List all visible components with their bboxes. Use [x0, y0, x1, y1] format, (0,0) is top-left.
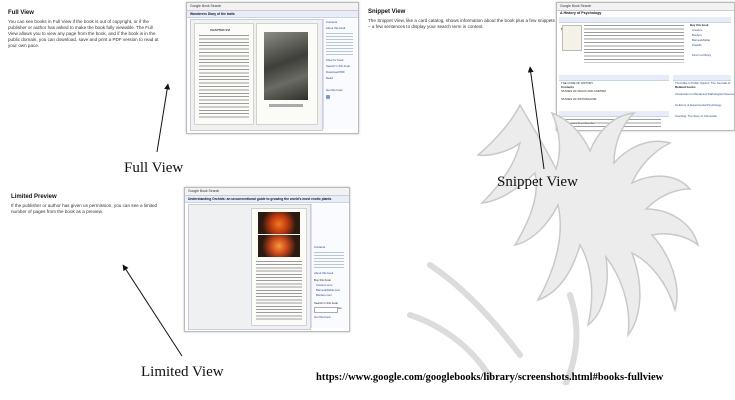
- limited-view-side-item-1[interactable]: About this book: [314, 271, 333, 276]
- pdf-icon[interactable]: [326, 95, 330, 99]
- limited-view-side-item-0[interactable]: Contents: [314, 245, 325, 250]
- limited-view-sidebar: Contents About this book Buy this book A…: [311, 204, 348, 328]
- full-view-side-item-2[interactable]: Shop for book: [326, 58, 343, 63]
- full-view-left-text: [199, 35, 249, 119]
- snippet-view-book-title: A History of Psychology: [560, 11, 602, 15]
- snippet-view-label: Snippet View: [497, 174, 578, 190]
- full-view-search-bar[interactable]: Google Book Search: [187, 3, 358, 11]
- limited-preview-description: If the publisher or author has given us …: [11, 203, 158, 214]
- limited-view-contents-lines: [314, 252, 344, 268]
- orchid-photo-top: [258, 212, 300, 234]
- snippet-view-side-item-5[interactable]: Find in a library: [692, 53, 711, 58]
- limited-view-title-bar: Understanding Orchids: an unconventional…: [185, 196, 349, 203]
- limited-view-page: [251, 208, 307, 326]
- full-view-side-item-1[interactable]: About this book: [326, 26, 345, 31]
- limited-view-page-text: [256, 261, 302, 321]
- snippet-view-buy-panel: Buy this book Amazon Borders Barnes&Nobl…: [688, 23, 730, 72]
- full-view-label: Full View: [124, 160, 184, 176]
- full-view-right-page: [256, 23, 318, 125]
- full-view-photo: [264, 32, 308, 100]
- snippet-view-side-item-4[interactable]: Powells: [692, 43, 702, 48]
- orchid-photo-bottom: [258, 235, 300, 257]
- snippet-view-description: The Snippet View, like a card catalog, s…: [368, 18, 555, 29]
- full-view-arrow: [156, 83, 171, 153]
- snippet-view-title: Snippet View: [368, 9, 406, 15]
- limited-view-side-item-7[interactable]: Get this book: [314, 315, 330, 320]
- source-url: https://www.google.com/googlebooks/libra…: [316, 372, 664, 383]
- limited-view-side-item-6: Search in this book: [314, 301, 338, 305]
- full-view-side-item-4[interactable]: Download PDF: [326, 70, 345, 75]
- limited-preview-title: Limited Preview: [11, 194, 57, 200]
- limited-view-arrow: [122, 264, 183, 357]
- full-view-side-item-6[interactable]: Get this book: [326, 88, 342, 93]
- full-view-sidebar: Contents About this book Shop for book S…: [323, 19, 357, 129]
- limited-view-search-bar[interactable]: Google Book Search: [185, 188, 349, 196]
- limited-view-label: Limited View: [141, 364, 224, 380]
- full-view-side-item-5[interactable]: Read: [326, 76, 333, 81]
- limited-view-screenshot: Google Book Search Understanding Orchids…: [184, 187, 350, 332]
- full-view-side-item-0[interactable]: Contents: [326, 20, 337, 25]
- full-view-chapter-heading: CHAPTER XVI: [210, 28, 231, 32]
- full-view-side-item-3[interactable]: Search in this book: [326, 64, 350, 69]
- full-view-left-page: CHAPTER XVI: [194, 23, 254, 125]
- full-view-photo-caption: [269, 104, 303, 107]
- limited-view-side-item-5[interactable]: Borders.com: [316, 293, 332, 298]
- limited-view-search-field[interactable]: [314, 307, 338, 313]
- full-view-side-contents-lines: [326, 33, 353, 55]
- full-view-description: You can see books in Full View if the bo…: [8, 19, 159, 48]
- full-view-title: Full View: [8, 10, 34, 16]
- snippet-view-summary-text: [584, 25, 684, 63]
- full-view-screenshot: Google Book Search Wanderers Diary of th…: [186, 2, 359, 134]
- limited-view-go-button[interactable]: Go: [338, 306, 342, 311]
- snippet-view-search-bar[interactable]: Google Book Search: [557, 3, 734, 11]
- watermark-figure: [407, 103, 700, 385]
- full-view-title-bar: Wanderers Diary of the trails: [187, 11, 358, 18]
- snippet-view-cover: [562, 25, 582, 51]
